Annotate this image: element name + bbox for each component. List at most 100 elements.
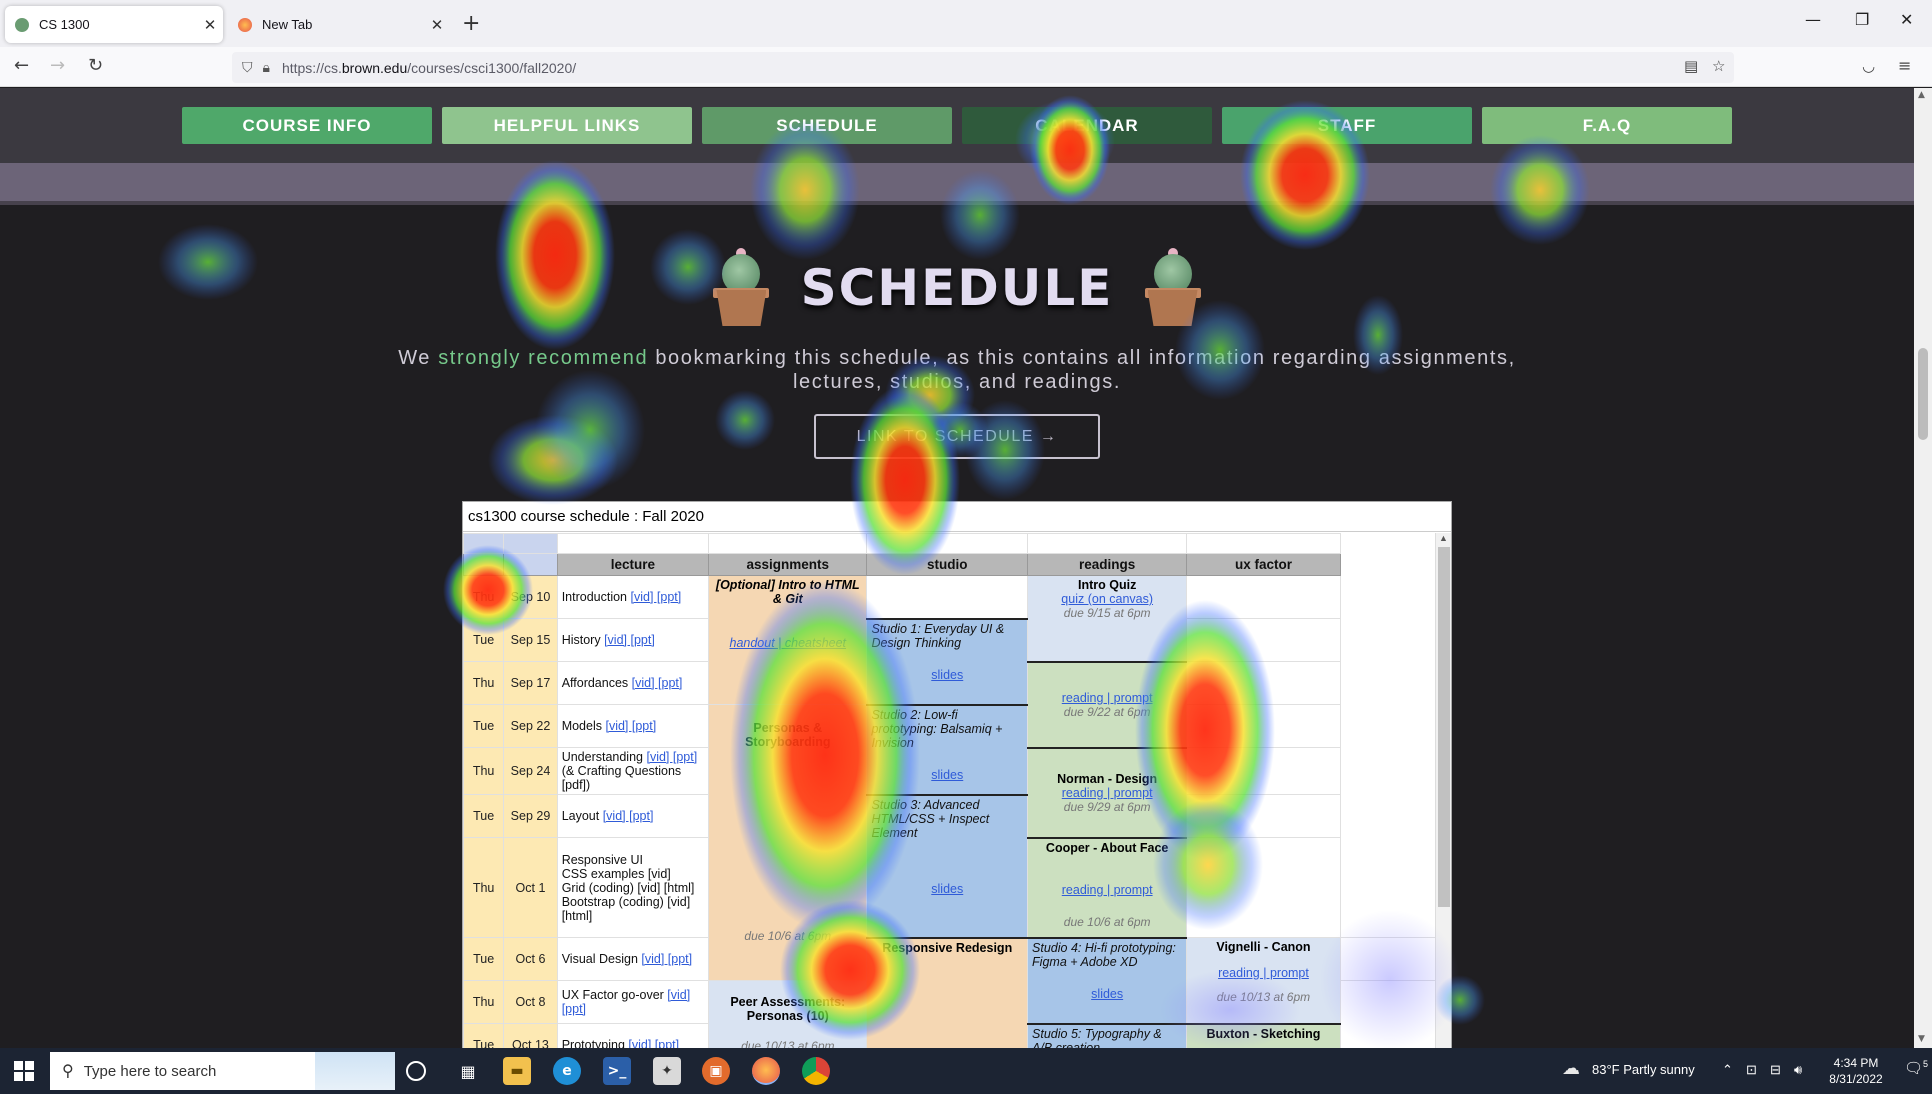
taskbar-search-box[interactable]: ⚲ Type here to search <box>50 1052 395 1090</box>
url-bar[interactable]: ⛉ 🔒︎ https://cs.brown.edu/courses/csci13… <box>232 52 1734 83</box>
assignment-links[interactable]: handout | cheatsheet <box>713 636 862 650</box>
lecture-line[interactable]: Grid (coding) [vid] [html] <box>562 881 704 895</box>
table-row: Tue Sep 15 History [vid] [ppt] Studio 1:… <box>463 618 1437 706</box>
reading-link[interactable]: reading | prompt <box>1032 786 1182 800</box>
ux-cell <box>1339 937 1437 981</box>
header-ux-factor: ux factor <box>1186 553 1341 576</box>
firefox-icon[interactable] <box>752 1057 780 1085</box>
scroll-thumb[interactable] <box>1918 348 1928 440</box>
cortana-icon[interactable] <box>406 1061 426 1081</box>
row-day: Thu <box>463 575 505 619</box>
notification-icon[interactable]: 🗨︎5 <box>1904 1059 1928 1077</box>
studio-slides-link[interactable]: slides <box>1032 987 1182 1001</box>
close-tab-icon[interactable]: ✕ <box>424 16 450 34</box>
reading-link[interactable]: reading | prompt <box>1032 691 1182 705</box>
row-day: Thu <box>463 980 505 1024</box>
ux-cell <box>1186 618 1341 662</box>
lecture-links[interactable]: [vid] [ppt] <box>641 952 692 966</box>
lecture-line[interactable]: Bootstrap (coding) [vid] [html] <box>562 895 704 923</box>
file-explorer-icon[interactable]: ▬ <box>503 1057 531 1085</box>
lock-icon[interactable]: 🔒︎ <box>263 60 270 76</box>
close-window-icon[interactable]: ✕ <box>1900 10 1913 29</box>
shield-icon[interactable]: ⛉ <box>242 60 253 76</box>
pocket-icon[interactable]: ◡ <box>1862 57 1875 75</box>
windows-start-icon[interactable] <box>14 1061 34 1081</box>
lecture-links[interactable]: [vid] [ppt] <box>605 719 656 733</box>
restore-icon[interactable]: ❐ <box>1855 10 1869 29</box>
studio-cell: Studio 1: Everyday UI & Design Thinking … <box>866 618 1029 706</box>
reader-view-icon[interactable]: ▤ <box>1684 57 1698 75</box>
schedule-spreadsheet[interactable]: cs1300 course schedule : Fall 2020 lectu… <box>462 501 1452 1048</box>
minimize-icon[interactable]: — <box>1805 10 1821 29</box>
volume-icon[interactable]: 🔊︎ <box>1794 1062 1802 1078</box>
reading-link[interactable]: reading | prompt <box>1032 883 1182 897</box>
nav-helpful-links[interactable]: HELPFUL LINKS <box>442 107 692 144</box>
edge-icon[interactable]: e <box>553 1057 581 1085</box>
windows-taskbar: ⚲ Type here to search ▦ ▬ e >_ ✦ ▣ ☁ 83°… <box>0 1048 1932 1094</box>
nav-schedule[interactable]: SCHEDULE <box>702 107 952 144</box>
studio-slides-link[interactable]: slides <box>871 768 1023 782</box>
tab-title: New Tab <box>262 17 313 32</box>
app-icon[interactable]: ✦ <box>653 1057 681 1085</box>
bookmark-star-icon[interactable]: ☆ <box>1712 57 1725 75</box>
ux-cell <box>1186 794 1341 838</box>
studio-slides-link[interactable]: slides <box>871 882 1023 896</box>
nav-staff[interactable]: STAFF <box>1222 107 1472 144</box>
tab-cs1300[interactable]: CS 1300 ✕ <box>5 6 223 43</box>
reading-link[interactable]: quiz (on canvas) <box>1032 592 1182 606</box>
app-tray-icon[interactable]: ⊡ <box>1746 1062 1757 1078</box>
studio-slides-link[interactable]: slides <box>871 668 1023 682</box>
page-scrollbar[interactable]: ▲ ▼ <box>1914 88 1932 1048</box>
close-tab-icon[interactable]: ✕ <box>197 16 223 34</box>
back-arrow-icon[interactable]: ← <box>14 55 29 76</box>
row-date: Oct 8 <box>503 980 558 1024</box>
assignment-title: Responsive Redesign <box>882 940 1013 955</box>
hamburger-menu-icon[interactable]: ≡ <box>1898 56 1911 75</box>
row-date: Oct 13 <box>503 1023 558 1048</box>
tab-new-tab[interactable]: New Tab ✕ <box>228 6 450 43</box>
reading-title: Vignelli - Canon <box>1216 940 1311 954</box>
lecture-line[interactable]: CSS examples [vid] <box>562 867 704 881</box>
task-view-icon[interactable]: ▦ <box>454 1057 482 1085</box>
ux-cell <box>1186 575 1341 619</box>
spreadsheet-scrollbar[interactable]: ▲ <box>1435 533 1451 1048</box>
scroll-up-icon[interactable]: ▲ <box>1918 90 1925 100</box>
studio-title: Studio 2: Low-fi prototyping: Balsamiq +… <box>871 707 1003 750</box>
scroll-up-icon[interactable]: ▲ <box>1439 533 1448 543</box>
reading-link[interactable]: reading | prompt <box>1191 966 1335 980</box>
nav-course-info[interactable]: COURSE INFO <box>182 107 432 144</box>
forward-arrow-icon[interactable]: → <box>50 55 65 76</box>
scroll-down-icon[interactable]: ▼ <box>1918 1034 1925 1044</box>
nav-f-a-q[interactable]: F.A.Q <box>1482 107 1732 144</box>
lecture-links[interactable]: [vid] [ppt] <box>604 633 655 647</box>
row-day: Tue <box>463 1023 505 1048</box>
studio-cell-empty <box>866 575 1029 620</box>
lecture-links[interactable]: [vid] [ppt] <box>631 590 682 604</box>
cactus-pot-icon <box>1144 248 1201 328</box>
lecture-cell: Visual Design [vid] [ppt] <box>556 937 710 981</box>
weather-text[interactable]: 83°F Partly sunny <box>1592 1062 1695 1077</box>
nav-calendar[interactable]: CALENDAR <box>962 107 1212 144</box>
chrome-icon[interactable] <box>802 1057 830 1085</box>
lecture-links[interactable]: [vid] [ppt] <box>646 750 697 764</box>
scroll-thumb[interactable] <box>1438 547 1450 907</box>
system-clock[interactable]: 4:34 PM 8/31/2022 <box>1816 1055 1896 1087</box>
intro-text: We strongly recommend bookmarking this s… <box>398 347 1516 393</box>
network-icon[interactable]: ⊟ <box>1770 1062 1781 1078</box>
lecture-links[interactable]: [vid] [ppt] <box>628 1038 679 1048</box>
app-orange-icon[interactable]: ▣ <box>702 1057 730 1085</box>
link-to-schedule-button[interactable]: LINK TO SCHEDULE → <box>814 414 1100 459</box>
ux-cell <box>1186 837 1341 938</box>
weather-cloud-icon: ☁ <box>1562 1058 1580 1078</box>
ux-title: Peer Assessments: Personas (10) <box>730 994 846 1023</box>
url-text[interactable]: https://cs.brown.edu/courses/csci1300/fa… <box>282 60 576 76</box>
powershell-icon[interactable]: >_ <box>603 1057 631 1085</box>
spreadsheet-spacer-row <box>463 533 1437 554</box>
new-tab-plus-icon[interactable]: + <box>462 11 480 36</box>
lecture-links[interactable]: [vid] [ppt] <box>632 676 683 690</box>
chevron-up-icon[interactable]: ⌃ <box>1722 1062 1733 1078</box>
header-studio: studio <box>866 553 1029 576</box>
browser-nav-bar: ← → ↻ ⛉ 🔒︎ https://cs.brown.edu/courses/… <box>0 47 1932 87</box>
reload-icon[interactable]: ↻ <box>88 55 103 76</box>
lecture-links[interactable]: [vid] [ppt] <box>603 809 654 823</box>
